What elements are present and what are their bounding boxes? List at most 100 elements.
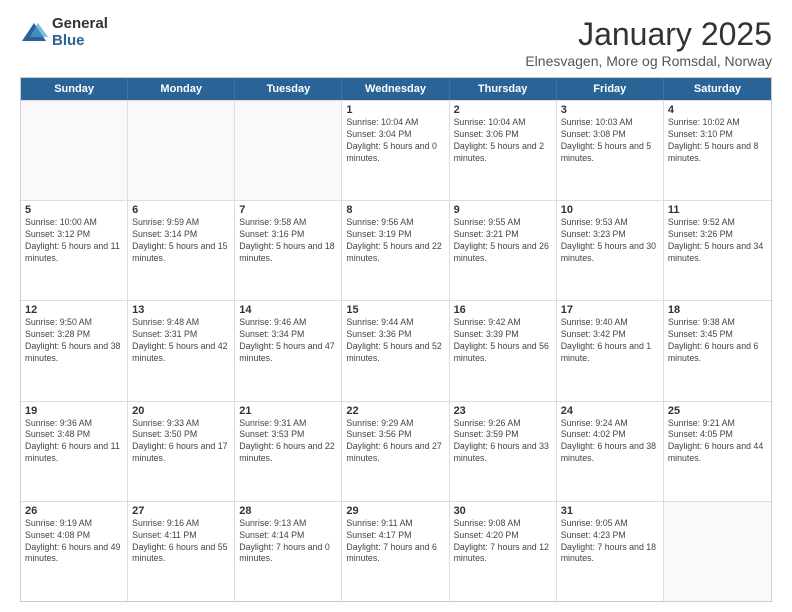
logo: General Blue [20,16,108,49]
day-number: 15 [346,304,444,316]
logo-text: General Blue [52,16,108,49]
calendar-row-2: 5Sunrise: 10:00 AM Sunset: 3:12 PM Dayli… [21,200,771,300]
day-number: 13 [132,304,230,316]
day-cell-11: 11Sunrise: 9:52 AM Sunset: 3:26 PM Dayli… [664,201,771,300]
day-info: Sunrise: 9:55 AM Sunset: 3:21 PM Dayligh… [454,217,552,265]
day-number: 14 [239,304,337,316]
day-cell-23: 23Sunrise: 9:26 AM Sunset: 3:59 PM Dayli… [450,402,557,501]
day-number: 4 [668,104,767,116]
day-number: 26 [25,505,123,517]
header-day-wednesday: Wednesday [342,78,449,100]
empty-cell [664,502,771,601]
day-number: 16 [454,304,552,316]
day-info: Sunrise: 9:52 AM Sunset: 3:26 PM Dayligh… [668,217,767,265]
day-info: Sunrise: 9:56 AM Sunset: 3:19 PM Dayligh… [346,217,444,265]
day-info: Sunrise: 10:04 AM Sunset: 3:06 PM Daylig… [454,117,552,165]
day-info: Sunrise: 10:02 AM Sunset: 3:10 PM Daylig… [668,117,767,165]
day-number: 3 [561,104,659,116]
logo-blue: Blue [52,33,108,50]
day-cell-14: 14Sunrise: 9:46 AM Sunset: 3:34 PM Dayli… [235,301,342,400]
empty-cell [128,101,235,200]
day-cell-5: 5Sunrise: 10:00 AM Sunset: 3:12 PM Dayli… [21,201,128,300]
day-number: 30 [454,505,552,517]
day-info: Sunrise: 9:19 AM Sunset: 4:08 PM Dayligh… [25,518,123,566]
day-number: 2 [454,104,552,116]
day-cell-16: 16Sunrise: 9:42 AM Sunset: 3:39 PM Dayli… [450,301,557,400]
day-info: Sunrise: 9:59 AM Sunset: 3:14 PM Dayligh… [132,217,230,265]
day-number: 24 [561,405,659,417]
day-cell-9: 9Sunrise: 9:55 AM Sunset: 3:21 PM Daylig… [450,201,557,300]
day-info: Sunrise: 9:24 AM Sunset: 4:02 PM Dayligh… [561,418,659,466]
day-info: Sunrise: 10:00 AM Sunset: 3:12 PM Daylig… [25,217,123,265]
day-number: 1 [346,104,444,116]
day-number: 19 [25,405,123,417]
day-number: 23 [454,405,552,417]
calendar-body: 1Sunrise: 10:04 AM Sunset: 3:04 PM Dayli… [21,100,771,601]
day-info: Sunrise: 10:03 AM Sunset: 3:08 PM Daylig… [561,117,659,165]
day-info: Sunrise: 9:53 AM Sunset: 3:23 PM Dayligh… [561,217,659,265]
day-number: 12 [25,304,123,316]
header-day-monday: Monday [128,78,235,100]
day-number: 5 [25,204,123,216]
day-info: Sunrise: 9:21 AM Sunset: 4:05 PM Dayligh… [668,418,767,466]
calendar-row-5: 26Sunrise: 9:19 AM Sunset: 4:08 PM Dayli… [21,501,771,601]
day-number: 18 [668,304,767,316]
day-info: Sunrise: 9:05 AM Sunset: 4:23 PM Dayligh… [561,518,659,566]
day-number: 27 [132,505,230,517]
day-info: Sunrise: 10:04 AM Sunset: 3:04 PM Daylig… [346,117,444,165]
day-number: 8 [346,204,444,216]
day-info: Sunrise: 9:38 AM Sunset: 3:45 PM Dayligh… [668,317,767,365]
header-day-saturday: Saturday [664,78,771,100]
logo-icon [20,19,48,47]
day-number: 10 [561,204,659,216]
day-number: 20 [132,405,230,417]
day-info: Sunrise: 9:36 AM Sunset: 3:48 PM Dayligh… [25,418,123,466]
day-cell-30: 30Sunrise: 9:08 AM Sunset: 4:20 PM Dayli… [450,502,557,601]
day-info: Sunrise: 9:31 AM Sunset: 3:53 PM Dayligh… [239,418,337,466]
day-cell-1: 1Sunrise: 10:04 AM Sunset: 3:04 PM Dayli… [342,101,449,200]
day-number: 9 [454,204,552,216]
header-day-thursday: Thursday [450,78,557,100]
day-cell-28: 28Sunrise: 9:13 AM Sunset: 4:14 PM Dayli… [235,502,342,601]
day-info: Sunrise: 9:33 AM Sunset: 3:50 PM Dayligh… [132,418,230,466]
day-cell-6: 6Sunrise: 9:59 AM Sunset: 3:14 PM Daylig… [128,201,235,300]
day-number: 7 [239,204,337,216]
day-info: Sunrise: 9:40 AM Sunset: 3:42 PM Dayligh… [561,317,659,365]
header-day-sunday: Sunday [21,78,128,100]
day-number: 6 [132,204,230,216]
day-cell-8: 8Sunrise: 9:56 AM Sunset: 3:19 PM Daylig… [342,201,449,300]
day-number: 17 [561,304,659,316]
day-cell-21: 21Sunrise: 9:31 AM Sunset: 3:53 PM Dayli… [235,402,342,501]
day-number: 11 [668,204,767,216]
day-info: Sunrise: 9:48 AM Sunset: 3:31 PM Dayligh… [132,317,230,365]
day-cell-4: 4Sunrise: 10:02 AM Sunset: 3:10 PM Dayli… [664,101,771,200]
day-info: Sunrise: 9:11 AM Sunset: 4:17 PM Dayligh… [346,518,444,566]
title-block: January 2025 Elnesvagen, More og Romsdal… [525,16,772,69]
calendar-row-1: 1Sunrise: 10:04 AM Sunset: 3:04 PM Dayli… [21,100,771,200]
day-number: 22 [346,405,444,417]
calendar-row-4: 19Sunrise: 9:36 AM Sunset: 3:48 PM Dayli… [21,401,771,501]
day-number: 29 [346,505,444,517]
header: General Blue January 2025 Elnesvagen, Mo… [20,16,772,69]
header-day-tuesday: Tuesday [235,78,342,100]
day-number: 21 [239,405,337,417]
header-day-friday: Friday [557,78,664,100]
day-cell-18: 18Sunrise: 9:38 AM Sunset: 3:45 PM Dayli… [664,301,771,400]
page: General Blue January 2025 Elnesvagen, Mo… [0,0,792,612]
day-cell-31: 31Sunrise: 9:05 AM Sunset: 4:23 PM Dayli… [557,502,664,601]
calendar-header: SundayMondayTuesdayWednesdayThursdayFrid… [21,78,771,100]
day-cell-25: 25Sunrise: 9:21 AM Sunset: 4:05 PM Dayli… [664,402,771,501]
day-cell-2: 2Sunrise: 10:04 AM Sunset: 3:06 PM Dayli… [450,101,557,200]
day-info: Sunrise: 9:44 AM Sunset: 3:36 PM Dayligh… [346,317,444,365]
day-info: Sunrise: 9:50 AM Sunset: 3:28 PM Dayligh… [25,317,123,365]
day-number: 28 [239,505,337,517]
day-cell-24: 24Sunrise: 9:24 AM Sunset: 4:02 PM Dayli… [557,402,664,501]
day-info: Sunrise: 9:42 AM Sunset: 3:39 PM Dayligh… [454,317,552,365]
day-cell-19: 19Sunrise: 9:36 AM Sunset: 3:48 PM Dayli… [21,402,128,501]
day-number: 31 [561,505,659,517]
day-info: Sunrise: 9:46 AM Sunset: 3:34 PM Dayligh… [239,317,337,365]
day-cell-13: 13Sunrise: 9:48 AM Sunset: 3:31 PM Dayli… [128,301,235,400]
calendar: SundayMondayTuesdayWednesdayThursdayFrid… [20,77,772,602]
day-info: Sunrise: 9:08 AM Sunset: 4:20 PM Dayligh… [454,518,552,566]
empty-cell [235,101,342,200]
